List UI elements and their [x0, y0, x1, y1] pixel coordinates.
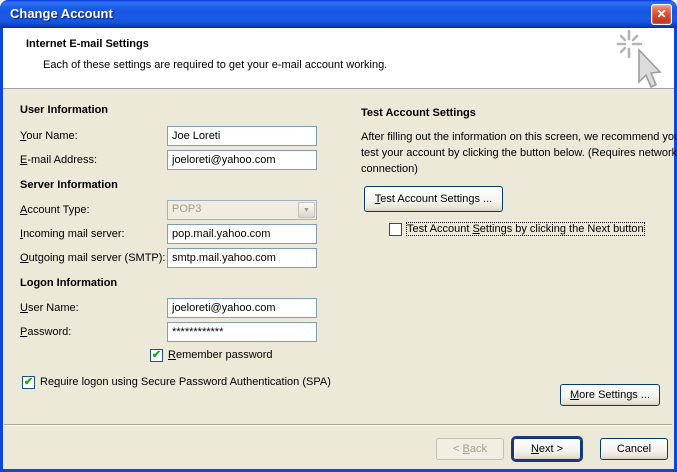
your-name-label: Your Name: — [20, 130, 78, 142]
close-icon[interactable]: ✕ — [651, 4, 672, 25]
incoming-server-field[interactable] — [167, 224, 317, 244]
user-name-field[interactable] — [167, 298, 317, 318]
back-button: < Back — [436, 438, 504, 460]
password-label: Password: — [20, 326, 71, 338]
incoming-server-label: Incoming mail server: — [20, 228, 125, 240]
spa-checkbox[interactable]: ✔ — [22, 376, 35, 389]
window-title: Change Account — [10, 0, 113, 28]
titlebar[interactable]: Change Account ✕ — [0, 0, 677, 28]
remember-password-label[interactable]: Remember password — [168, 349, 273, 361]
email-address-label: E-mail Address: — [20, 154, 97, 166]
dialog-body: Internet E-mail Settings Each of these s… — [3, 28, 674, 469]
section-test-account-settings: Test Account Settings — [361, 107, 476, 119]
section-logon-information: Logon Information — [20, 277, 117, 289]
test-account-settings-button[interactable]: Test Account Settings ... — [364, 186, 503, 212]
chevron-down-icon: ▼ — [298, 202, 315, 218]
outgoing-server-label: Outgoing mail server (SMTP): — [20, 252, 166, 264]
account-type-label: Account Type: — [20, 204, 90, 216]
page-subtitle: Each of these settings are required to g… — [43, 59, 387, 71]
change-account-dialog: Change Account ✕ Internet E-mail Setting… — [0, 0, 677, 472]
spa-label[interactable]: Require logon using Secure Password Auth… — [40, 376, 331, 388]
your-name-field[interactable] — [167, 126, 317, 146]
outgoing-server-field[interactable] — [167, 248, 317, 268]
password-field[interactable] — [167, 322, 317, 342]
test-by-next-checkbox[interactable] — [389, 223, 402, 236]
cursor-sparkle-icon — [615, 30, 671, 94]
more-settings-button[interactable]: More Settings ... — [560, 384, 660, 406]
email-address-field[interactable] — [167, 150, 317, 170]
footer-divider — [4, 424, 672, 426]
cancel-button[interactable]: Cancel — [600, 438, 668, 460]
next-button[interactable]: Next > — [513, 438, 581, 460]
header-band: Internet E-mail Settings Each of these s… — [3, 28, 674, 89]
section-server-information: Server Information — [20, 179, 118, 191]
account-type-value: POP3 — [172, 203, 201, 215]
page-title: Internet E-mail Settings — [26, 38, 149, 50]
test-description: After filling out the information on thi… — [361, 129, 677, 177]
test-by-next-label[interactable]: Test Account Settings by clicking the Ne… — [407, 223, 644, 235]
user-name-label: User Name: — [20, 302, 79, 314]
section-user-information: User Information — [20, 104, 108, 116]
account-type-dropdown: POP3 ▼ — [167, 200, 317, 220]
remember-password-checkbox[interactable]: ✔ — [150, 349, 163, 362]
